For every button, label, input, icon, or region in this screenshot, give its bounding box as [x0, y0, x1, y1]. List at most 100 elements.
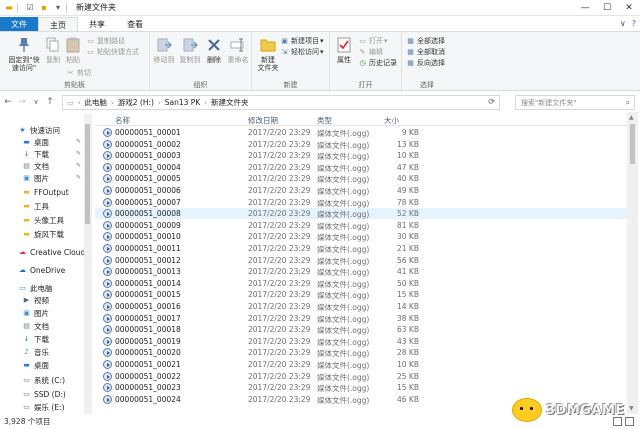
new-folder-button[interactable]: 新建 文件夹 — [256, 36, 280, 72]
file-row[interactable]: 00000051_00017 2017/2/20 23:29 媒体文件(.ogg) 3… — [95, 313, 627, 324]
breadcrumb-drive[interactable]: 游戏2 (H:) — [118, 97, 154, 108]
properties-button[interactable]: 属性 — [334, 36, 354, 64]
file-row[interactable]: 00000051_00021 2017/2/20 23:29 媒体文件(.ogg) 1… — [95, 359, 627, 370]
copy-button[interactable]: 复制 — [44, 36, 62, 64]
nav-item[interactable]: ▬ 头像工具 — [22, 214, 64, 226]
nav-item[interactable]: ▤ 文档 — [22, 320, 49, 332]
file-row[interactable]: 00000051_00002 2017/2/20 23:29 媒体文件(.ogg) 1… — [95, 139, 627, 150]
copy-to-button[interactable]: 复制到 — [178, 36, 202, 64]
breadcrumb-this-pc[interactable]: 此电脑 — [84, 97, 107, 108]
file-row[interactable]: 00000051_00006 2017/2/20 23:29 媒体文件(.ogg) 4… — [95, 185, 627, 196]
select-all-icon: ▦ — [407, 37, 414, 45]
scroll-up-icon[interactable]: ▲ — [629, 114, 634, 121]
nav-scroll-thumb[interactable] — [85, 124, 90, 224]
tab-view[interactable]: 查看 — [116, 17, 154, 32]
file-row[interactable]: 00000051_00003 2017/2/20 23:29 媒体文件(.ogg) 1… — [95, 150, 627, 161]
column-size[interactable]: 大小 — [384, 115, 399, 126]
file-row[interactable]: 00000051_00001 2017/2/20 23:29 媒体文件(.ogg) 9… — [95, 127, 627, 138]
rename-button[interactable]: 重命名 — [226, 36, 250, 64]
star-icon: ★ — [19, 126, 26, 134]
file-row[interactable]: 00000051_00016 2017/2/20 23:29 媒体文件(.ogg) 1… — [95, 301, 627, 312]
pin-quick-access-button[interactable]: 固定到"快速访问" — [6, 36, 42, 72]
file-row[interactable]: 00000051_00005 2017/2/20 23:29 媒体文件(.ogg) 4… — [95, 173, 627, 184]
refresh-icon[interactable]: ⟳ — [488, 97, 495, 106]
file-row[interactable]: 00000051_00004 2017/2/20 23:29 媒体文件(.ogg) 4… — [95, 162, 627, 173]
file-row[interactable]: 00000051_00014 2017/2/20 23:29 媒体文件(.ogg) 5… — [95, 278, 627, 289]
file-row[interactable]: 00000051_00015 2017/2/20 23:29 媒体文件(.ogg) 1… — [95, 289, 627, 300]
file-row[interactable]: 00000051_00012 2017/2/20 23:29 媒体文件(.ogg) 5… — [95, 255, 627, 266]
address-bar[interactable]: ▭ › 此电脑 › 游戏2 (H:) › San13 PK › 新建文件夹 ⟳ — [62, 95, 500, 110]
chevron-down-icon[interactable]: ▾ — [53, 3, 63, 13]
nav-item[interactable]: ▬ 工具 — [22, 200, 49, 212]
file-row[interactable]: 00000051_00020 2017/2/20 23:29 媒体文件(.ogg) 2… — [95, 347, 627, 358]
cut-button[interactable]: ✂ 剪切 — [66, 68, 91, 78]
paste-shortcut-button[interactable]: ▭ 粘贴快捷方式 — [86, 47, 139, 57]
file-row[interactable]: 00000051_00010 2017/2/20 23:29 媒体文件(.ogg) 3… — [95, 231, 627, 242]
column-type[interactable]: 类型 — [317, 115, 332, 126]
edit-button[interactable]: ✎ 编辑 — [358, 47, 383, 57]
easy-access-button[interactable]: ⇲ 轻松访问 ▾ — [280, 47, 324, 57]
nav-item[interactable]: ▭ 娱乐 (E:) — [22, 401, 64, 413]
file-list-scrollbar[interactable]: ▲ ▼ — [627, 112, 638, 414]
file-row[interactable]: 00000051_00011 2017/2/20 23:29 媒体文件(.ogg) 2… — [95, 243, 627, 254]
column-date[interactable]: 修改日期 — [248, 115, 278, 126]
delete-button[interactable]: 删除 — [204, 36, 224, 64]
nav-item[interactable]: ♪ 音乐 — [22, 346, 49, 358]
nav-item[interactable]: ▶ 视频 — [22, 294, 49, 306]
nav-item[interactable]: ★ 快速访问 — [18, 124, 60, 136]
tab-file[interactable]: 文件 — [0, 17, 38, 32]
file-row[interactable]: 00000051_00019 2017/2/20 23:29 媒体文件(.ogg) 4… — [95, 336, 627, 347]
file-row[interactable]: 00000051_00013 2017/2/20 23:29 媒体文件(.ogg) 4… — [95, 266, 627, 277]
chevron-down-icon[interactable]: ∨ — [30, 95, 42, 109]
nav-item[interactable]: ▬ 旋风下载 — [22, 228, 64, 240]
select-none-button[interactable]: ▦ 全部取消 — [406, 47, 445, 57]
chevron-down-icon[interactable]: ∨ — [620, 19, 626, 28]
file-size: 9 KB — [401, 128, 419, 137]
nav-item[interactable]: ▭ 系统 (C:) — [22, 374, 65, 386]
nav-item[interactable]: ▣ 图片 — [22, 172, 49, 184]
column-name[interactable]: 名称 — [115, 115, 130, 126]
breadcrumb-current[interactable]: 新建文件夹 — [211, 97, 249, 108]
help-icon[interactable]: ? — [632, 19, 636, 28]
copy-path-button[interactable]: ▭ 复制路径 — [86, 36, 125, 46]
nav-item[interactable]: ☁ Creative Cloud F — [18, 246, 91, 258]
up-arrow-icon[interactable]: ↑ — [44, 95, 56, 109]
nav-item[interactable]: ▬ FFOutput — [22, 186, 69, 198]
scroll-thumb[interactable] — [630, 124, 635, 164]
nav-item[interactable]: ▤ 文档 — [22, 160, 49, 172]
properties-quick-icon[interactable]: ☑ — [25, 3, 35, 13]
back-arrow-icon[interactable]: ← — [2, 95, 14, 109]
file-row[interactable]: 00000051_00018 2017/2/20 23:29 媒体文件(.ogg) 6… — [95, 324, 627, 335]
nav-item[interactable]: ↓ 下载 — [22, 148, 49, 160]
history-button[interactable]: ◷ 历史记录 — [358, 58, 397, 68]
invert-selection-button[interactable]: ▦ 反向选择 — [406, 58, 445, 68]
file-row[interactable]: 00000051_00022 2017/2/20 23:29 媒体文件(.ogg) 2… — [95, 371, 627, 382]
tab-share[interactable]: 共享 — [78, 17, 116, 32]
select-all-button[interactable]: ▦ 全部选择 — [406, 36, 445, 46]
nav-item[interactable]: ▭ SSD (D:) — [22, 388, 66, 400]
paste-button[interactable]: 粘贴 — [64, 36, 82, 64]
move-to-button[interactable]: 移动到 — [152, 36, 176, 64]
minimize-button[interactable]: — — [574, 0, 596, 16]
nav-item[interactable]: ▣ 图片 — [22, 307, 49, 319]
maximize-button[interactable]: ☐ — [596, 0, 618, 16]
open-button[interactable]: ▭ 打开 ▾ — [358, 36, 387, 46]
nav-item[interactable]: ▬ 桌面 — [22, 136, 49, 148]
file-row[interactable]: 00000051_00009 2017/2/20 23:29 媒体文件(.ogg) 8… — [95, 220, 627, 231]
nav-item[interactable]: ↓ 下载 — [22, 333, 49, 345]
nav-item[interactable]: ▬ 桌面 — [22, 359, 49, 371]
forward-arrow-icon[interactable]: → — [16, 95, 28, 109]
new-folder-quick-icon[interactable]: ▪ — [39, 3, 49, 13]
nav-item[interactable]: ▭ 此电脑 — [18, 282, 52, 294]
file-row[interactable]: 00000051_00007 2017/2/20 23:29 媒体文件(.ogg) 7… — [95, 197, 627, 208]
organize-group-label: 组织 — [193, 81, 208, 89]
new-item-button[interactable]: ▣ 新建项目 ▾ — [280, 36, 323, 46]
file-row[interactable]: 00000051_00008 2017/2/20 23:29 媒体文件(.ogg) 5… — [95, 208, 627, 220]
tab-home[interactable]: 主页 — [38, 17, 78, 32]
search-input[interactable]: 搜索"新建文件夹" ⌕ — [515, 95, 635, 110]
close-button[interactable]: ✕ — [618, 0, 640, 16]
nav-scrollbar[interactable] — [84, 114, 91, 414]
breadcrumb-san13[interactable]: San13 PK — [165, 98, 200, 107]
nav-item[interactable]: ☁ OneDrive — [18, 264, 65, 276]
cut-label: 剪切 — [77, 69, 91, 77]
